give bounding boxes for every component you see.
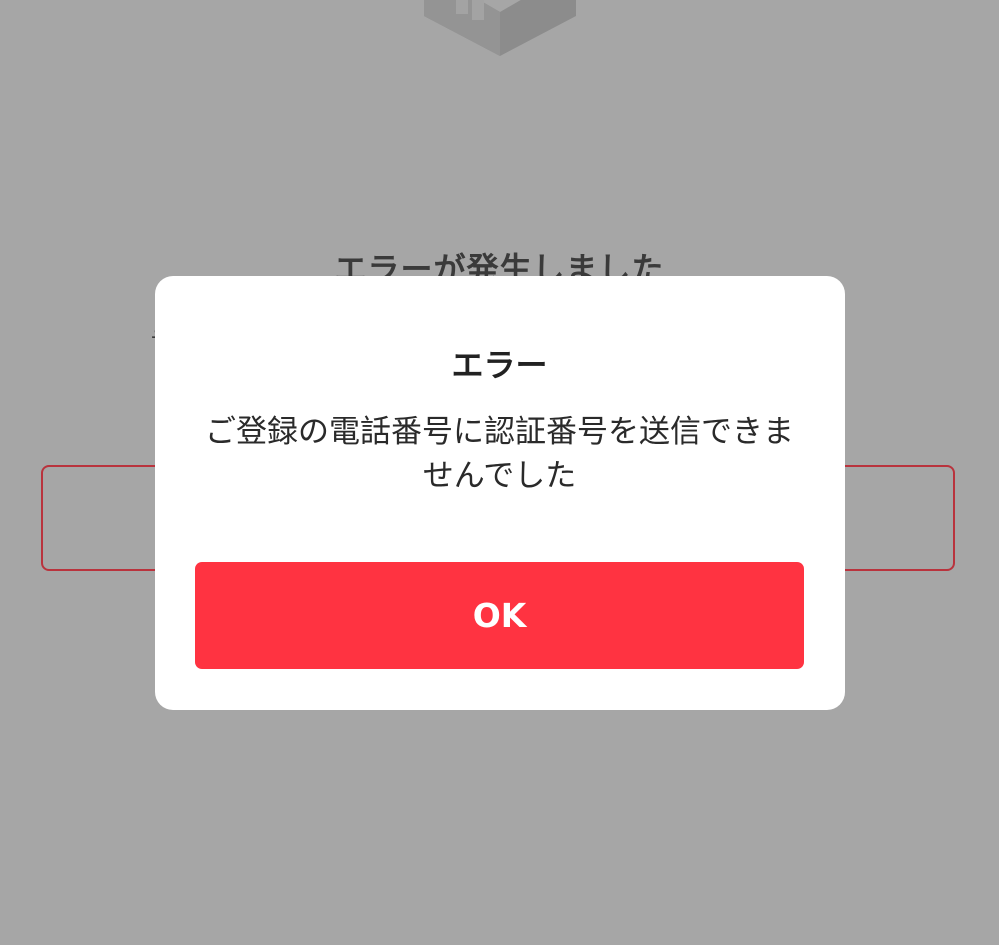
- dialog-message: ご登録の電話番号に認証番号を送信できませんでした: [205, 414, 794, 494]
- box-icon: [424, 0, 576, 56]
- ok-button[interactable]: OK: [195, 562, 804, 669]
- dialog-title: エラー: [451, 346, 548, 384]
